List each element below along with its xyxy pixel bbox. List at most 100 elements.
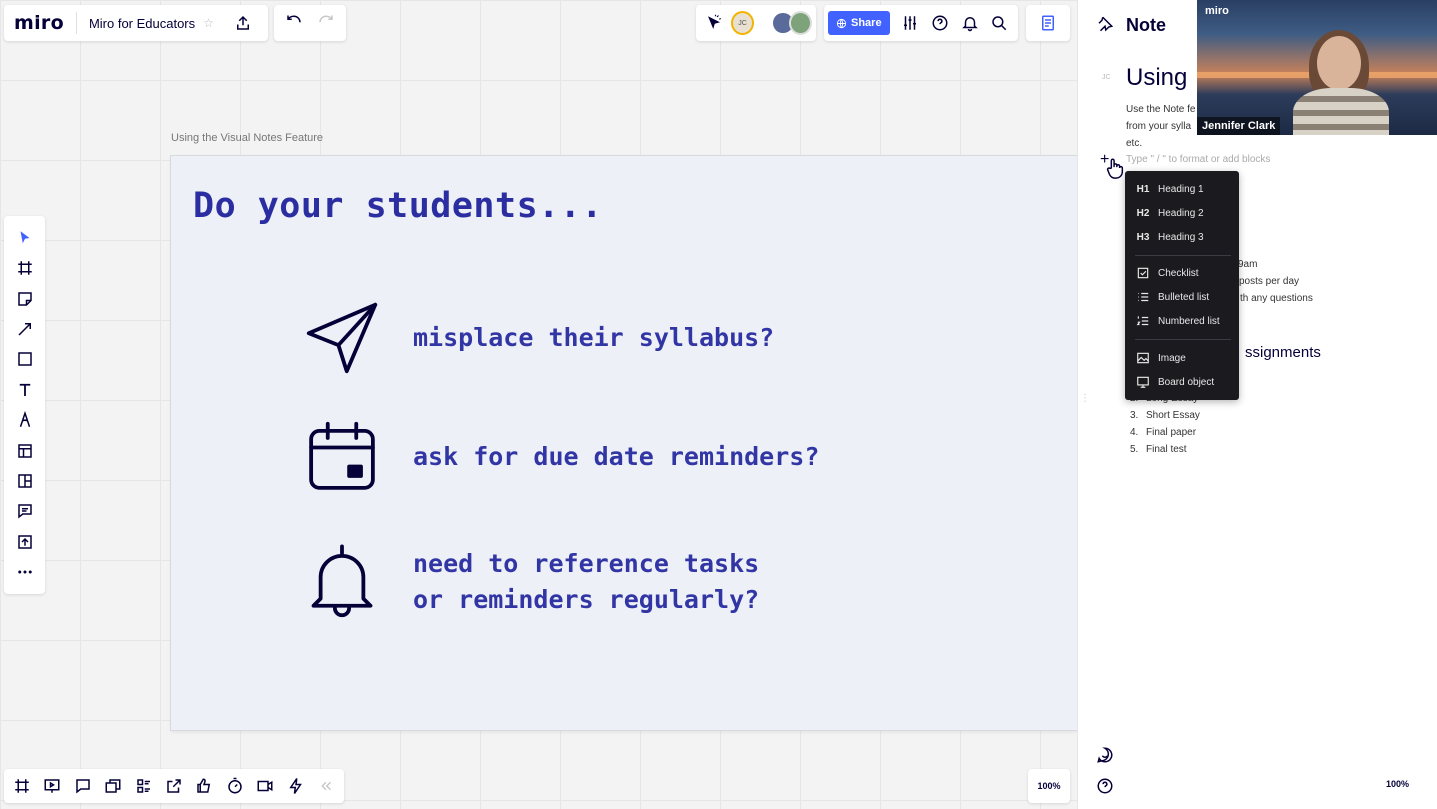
list-number: 5. [1130, 444, 1139, 455]
image-icon [1135, 351, 1151, 365]
help-icon[interactable] [925, 8, 955, 38]
chat-smile-icon[interactable] [1090, 740, 1120, 770]
heading-3-icon: H3 [1136, 231, 1150, 243]
participant-name: Jennifer Clark [1197, 117, 1281, 135]
select-cursor-icon[interactable] [10, 224, 40, 252]
video-participant-face [1317, 36, 1361, 90]
connection-line-icon[interactable] [10, 315, 40, 343]
settings-sliders-icon[interactable] [896, 8, 926, 38]
menu-item-board-object[interactable]: Board object [1135, 373, 1214, 391]
video-feed: miro Jennifer Clark [1197, 0, 1437, 135]
star-icon[interactable]: ☆ [203, 16, 214, 30]
share-panel: Share [824, 5, 1018, 41]
pin-icon[interactable] [1090, 9, 1120, 39]
sticky-note-icon[interactable] [10, 285, 40, 313]
frame-icon[interactable] [10, 254, 40, 282]
slide-item: need to reference tasks or reminders reg… [304, 544, 759, 620]
list-number: 3. [1130, 410, 1139, 421]
export-icon[interactable] [228, 8, 258, 38]
menu-item-numbered-list[interactable]: Numbered list [1135, 312, 1220, 330]
note-text: 9am [1238, 259, 1258, 270]
text-icon[interactable] [10, 376, 40, 404]
thumbs-up-icon[interactable] [190, 771, 218, 801]
menu-item-label: Image [1158, 352, 1186, 364]
note-heading[interactable]: Using [1126, 64, 1187, 92]
share-button[interactable]: Share [828, 11, 890, 35]
collapse-toolbar-icon[interactable] [312, 771, 340, 801]
reactions-cursor-icon[interactable] [700, 8, 729, 38]
shape-icon[interactable] [10, 345, 40, 373]
block-type-menu: H1 Heading 1 H2 Heading 2 H3 Heading 3 Chec… [1125, 171, 1239, 400]
kanban-icon[interactable] [10, 467, 40, 495]
zoom-level[interactable]: 100% [1028, 769, 1070, 803]
cards-icon[interactable] [99, 771, 127, 801]
menu-item-label: Board object [1158, 376, 1215, 388]
lightning-icon[interactable] [282, 771, 310, 801]
menu-item-label: Heading 1 [1158, 183, 1204, 195]
menu-item-heading-3[interactable]: H3 Heading 3 [1135, 228, 1204, 246]
note-description-line: etc. [1126, 138, 1143, 149]
comment-icon[interactable] [10, 497, 40, 525]
undo-redo-panel [274, 5, 346, 41]
upload-icon[interactable] [10, 528, 40, 556]
menu-item-heading-2[interactable]: H2 Heading 2 [1135, 204, 1204, 222]
list-item[interactable]: 3. Short Essay [1130, 407, 1200, 424]
menu-item-label: Checklist [1158, 267, 1199, 279]
frame-label[interactable]: Using the Visual Notes Feature [171, 132, 323, 144]
menu-item-heading-1[interactable]: H1 Heading 1 [1135, 180, 1204, 198]
avatar[interactable] [788, 11, 813, 35]
note-block-input[interactable]: Type " / " to format or add blocks [1126, 154, 1270, 165]
menu-divider [1135, 255, 1231, 256]
menu-item-label: Heading 2 [1158, 207, 1204, 219]
paper-plane-icon [306, 302, 378, 374]
list-number: 4. [1130, 427, 1139, 438]
menu-item-checklist[interactable]: Checklist [1135, 264, 1199, 282]
bulleted-list-icon [1135, 290, 1151, 304]
slide-item-text: or reminders regularly? [413, 585, 760, 614]
templates-icon[interactable] [10, 437, 40, 465]
list-text: Final test [1146, 444, 1187, 455]
note-panel-title: Note [1126, 15, 1166, 35]
share-screen-icon[interactable] [160, 771, 188, 801]
search-icon[interactable] [984, 8, 1014, 38]
menu-item-label: Bulleted list [1158, 291, 1210, 303]
more-tools-icon[interactable] [10, 558, 40, 586]
redo-icon[interactable] [311, 8, 341, 38]
list-item[interactable]: 5. Final test [1130, 441, 1200, 458]
frames-icon[interactable] [8, 771, 36, 801]
video-call-icon[interactable] [251, 771, 279, 801]
note-numbered-list: 2.Long Essay 3.Short Essay 4.Final paper… [1130, 390, 1200, 458]
board-title[interactable]: Miro for Educators [89, 16, 195, 31]
list-item[interactable]: 4. Final paper [1130, 424, 1200, 441]
list-view-icon[interactable] [130, 771, 158, 801]
slide-item: misplace their syllabus? [304, 300, 774, 376]
bell-icon [311, 544, 373, 618]
note-author-initials: JC [1102, 74, 1111, 81]
resize-handle[interactable]: ⋮ [1080, 394, 1090, 404]
notes-toggle-panel [1026, 5, 1070, 41]
hand-cursor-icon [1104, 156, 1126, 185]
menu-item-bulleted-list[interactable]: Bulleted list [1135, 288, 1209, 306]
list-text: Final paper [1146, 427, 1197, 438]
menu-item-label: Heading 3 [1158, 231, 1204, 243]
presentation-icon[interactable] [38, 771, 66, 801]
pen-icon[interactable] [10, 406, 40, 434]
zoom-level[interactable]: 100% [1386, 779, 1409, 789]
miro-logo[interactable]: miro [14, 12, 64, 34]
notes-icon[interactable] [1033, 8, 1063, 38]
note-section-heading[interactable]: ssignments [1245, 344, 1321, 361]
avatar[interactable]: JC [730, 11, 755, 35]
menu-item-image[interactable]: Image [1135, 349, 1186, 367]
timer-icon[interactable] [221, 771, 249, 801]
calendar-icon [309, 421, 375, 490]
left-toolbar [4, 216, 45, 594]
heading-2-icon: H2 [1136, 207, 1150, 219]
slide-item-text: misplace their syllabus? [413, 323, 775, 352]
slide-frame[interactable]: Do your students... misplace their sylla… [171, 156, 1077, 730]
help-icon[interactable] [1090, 771, 1120, 801]
slide-item-text: need to reference tasks [413, 549, 760, 578]
undo-icon[interactable] [279, 8, 309, 38]
bell-icon[interactable] [955, 8, 985, 38]
slide-item-text: ask for due date reminders? [413, 442, 820, 471]
comments-icon[interactable] [69, 771, 97, 801]
